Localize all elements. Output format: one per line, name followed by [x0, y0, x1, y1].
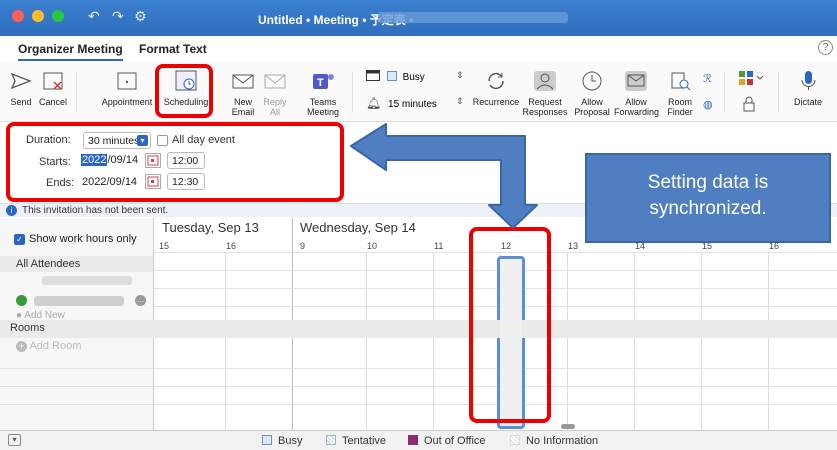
outlook-meeting-window: ↶ ↷ ⚙ Untitled • Meeting • 予定表 • Organiz… — [0, 0, 837, 450]
sync-callout: Setting data is synchronized. — [585, 153, 831, 243]
